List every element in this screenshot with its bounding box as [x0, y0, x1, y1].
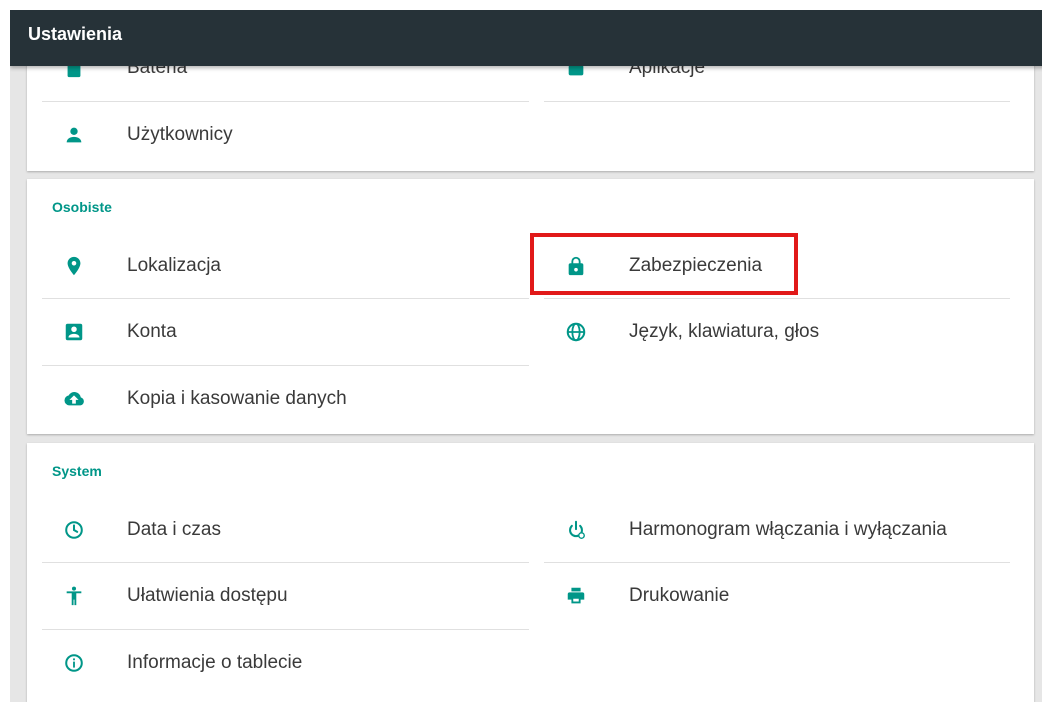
settings-item-label: Kopia i kasowanie danych: [127, 388, 347, 409]
settings-item-label: Lokalizacja: [127, 255, 221, 276]
person-icon: [63, 124, 85, 146]
location-pin-icon: [63, 255, 85, 277]
settings-item-label: Użytkownicy: [127, 124, 233, 145]
system-card: System Data i czas Harmonogram włączania…: [27, 443, 1034, 702]
settings-item-label: Konta: [127, 321, 177, 342]
personal-card: Osobiste Lokalizacja Zabezpieczenia Kont…: [27, 179, 1034, 434]
settings-item-backup-reset[interactable]: Kopia i kasowanie danych: [42, 366, 517, 432]
divider: [544, 101, 1010, 102]
lock-icon: [565, 255, 587, 277]
settings-item-label: Zabezpieczenia: [629, 255, 763, 276]
settings-item-label: Drukowanie: [629, 585, 730, 606]
app-bar-title: Ustawienia: [28, 24, 123, 44]
settings-item-about-tablet[interactable]: Informacje o tablecie: [42, 630, 517, 696]
power-schedule-icon: [565, 519, 587, 541]
settings-item-date-time[interactable]: Data i czas: [42, 497, 517, 563]
settings-item-location[interactable]: Lokalizacja: [42, 233, 517, 299]
settings-screen: Ustawienia Bateria Aplikacje Użytkownicy…: [10, 10, 1042, 702]
account-box-icon: [63, 321, 85, 343]
settings-item-users[interactable]: Użytkownicy: [42, 102, 517, 168]
settings-item-label: Ułatwienia dostępu: [127, 585, 288, 606]
globe-icon: [565, 321, 587, 343]
clock-icon: [63, 519, 85, 541]
accessibility-icon: [63, 585, 85, 607]
settings-item-label: Informacje o tablecie: [127, 652, 303, 673]
settings-item-accounts[interactable]: Konta: [42, 299, 517, 365]
settings-item-power-schedule[interactable]: Harmonogram włączania i wyłączania: [544, 497, 1019, 563]
settings-item-label: Data i czas: [127, 519, 221, 540]
section-title-personal: Osobiste: [52, 199, 112, 215]
settings-item-language[interactable]: Język, klawiatura, głos: [544, 299, 1019, 365]
info-icon: [63, 652, 85, 674]
settings-item-label: Harmonogram włączania i wyłączania: [629, 519, 947, 540]
settings-item-printing[interactable]: Drukowanie: [544, 563, 1019, 629]
print-icon: [565, 585, 587, 607]
settings-item-accessibility[interactable]: Ułatwienia dostępu: [42, 563, 517, 629]
app-bar: Ustawienia: [10, 10, 1042, 66]
section-title-system: System: [52, 463, 102, 479]
settings-item-security[interactable]: Zabezpieczenia: [544, 233, 1019, 299]
cloud-upload-icon: [63, 388, 85, 410]
settings-item-label: Język, klawiatura, głos: [629, 321, 820, 342]
